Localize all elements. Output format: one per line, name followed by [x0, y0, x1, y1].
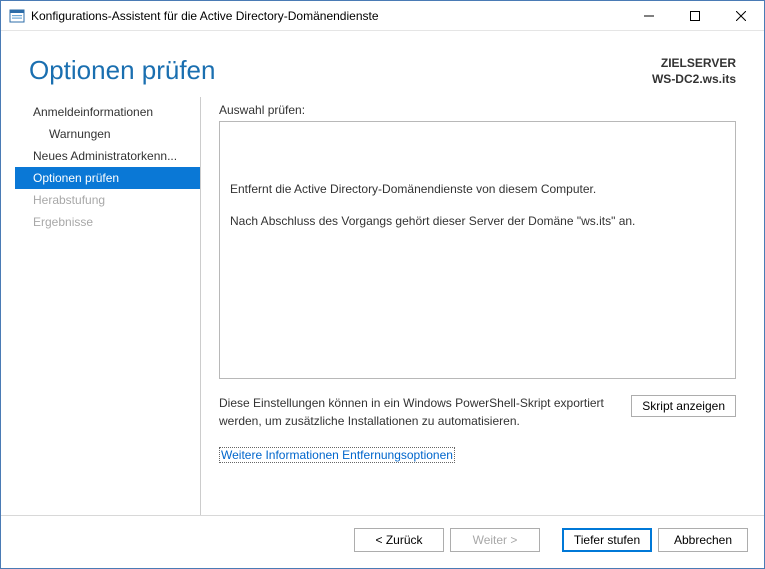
more-info-row: Weitere Informationen Entfernungsoptione… [219, 448, 736, 462]
page-title: Optionen prüfen [29, 55, 215, 86]
wizard-steps-sidebar: AnmeldeinformationenWarnungenNeues Admin… [15, 97, 201, 515]
body: AnmeldeinformationenWarnungenNeues Admin… [1, 97, 764, 515]
wizard-step-4: Herabstufung [15, 189, 200, 211]
wizard-footer: < Zurück Weiter > Tiefer stufen Abbreche… [1, 515, 764, 563]
minimize-button[interactable] [626, 1, 672, 31]
window-title: Konfigurations-Assistent für die Active … [31, 9, 626, 23]
target-server-info: ZIELSERVER WS-DC2.ws.its [652, 55, 736, 87]
titlebar: Konfigurations-Assistent für die Active … [1, 1, 764, 31]
window-controls [626, 1, 764, 31]
review-selections-box[interactable]: Entfernt die Active Directory-Domänendie… [219, 121, 736, 379]
header: Optionen prüfen ZIELSERVER WS-DC2.ws.its [1, 31, 764, 97]
view-script-button[interactable]: Skript anzeigen [631, 395, 736, 417]
wizard-step-0[interactable]: Anmeldeinformationen [15, 101, 200, 123]
wizard-step-1[interactable]: Warnungen [15, 123, 200, 145]
app-icon [9, 8, 25, 24]
target-server-value: WS-DC2.ws.its [652, 71, 736, 87]
cancel-button[interactable]: Abbrechen [658, 528, 748, 552]
export-row: Diese Einstellungen können in ein Window… [219, 395, 736, 430]
back-button[interactable]: < Zurück [354, 528, 444, 552]
demote-button[interactable]: Tiefer stufen [562, 528, 652, 552]
close-button[interactable] [718, 1, 764, 31]
target-server-label: ZIELSERVER [652, 55, 736, 71]
content-pane: Auswahl prüfen: Entfernt die Active Dire… [201, 97, 750, 515]
review-line-1: Nach Abschluss des Vorgangs gehört diese… [230, 212, 725, 230]
more-info-removal-options-link[interactable]: Weitere Informationen Entfernungsoptione… [219, 447, 455, 463]
maximize-button[interactable] [672, 1, 718, 31]
review-label: Auswahl prüfen: [219, 103, 736, 117]
next-button[interactable]: Weiter > [450, 528, 540, 552]
wizard-step-5: Ergebnisse [15, 211, 200, 233]
export-description: Diese Einstellungen können in ein Window… [219, 395, 619, 430]
wizard-step-2[interactable]: Neues Administratorkenn... [15, 145, 200, 167]
wizard-step-3[interactable]: Optionen prüfen [15, 167, 200, 189]
review-line-0: Entfernt die Active Directory-Domänendie… [230, 180, 725, 198]
